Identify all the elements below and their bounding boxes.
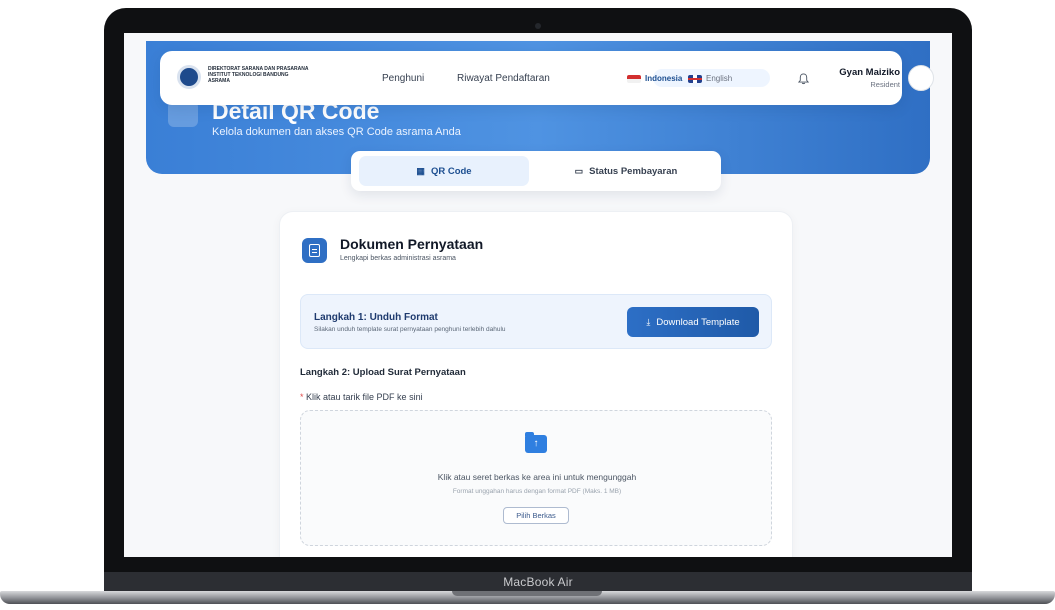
folder-upload-icon: ↑ bbox=[525, 432, 547, 453]
upload-dropzone[interactable]: ↑ Klik atau seret berkas ke area ini unt… bbox=[300, 410, 772, 546]
tab-status-pembayaran[interactable]: ▭ Status Pembayaran bbox=[541, 156, 711, 186]
logo-text: DIREKTORAT SARANA DAN PRASARANA INSTITUT… bbox=[208, 66, 308, 84]
browse-file-button[interactable]: Pilih Berkas bbox=[503, 507, 569, 524]
card-title: Dokumen Pernyataan bbox=[340, 236, 484, 252]
laptop-mockup: Detail QR Code Kelola dokumen dan akses … bbox=[0, 0, 1055, 610]
avatar[interactable] bbox=[908, 65, 934, 91]
tab-qr-code-label: QR Code bbox=[430, 166, 472, 177]
dropzone-text: Klik atau seret berkas ke area ini untuk… bbox=[437, 472, 637, 482]
app-screen: Detail QR Code Kelola dokumen dan akses … bbox=[124, 33, 952, 557]
document-icon bbox=[302, 238, 327, 263]
dropzone-hint: Format unggahan harus dengan format PDF … bbox=[452, 488, 622, 495]
lang-english-label: English bbox=[706, 74, 733, 83]
download-template-label: Download Template bbox=[656, 317, 740, 328]
step2-title: Langkah 2: Upload Surat Pernyataan bbox=[300, 367, 466, 378]
tab-bar: ▦ QR Code ▭ Status Pembayaran bbox=[351, 151, 721, 191]
step1-panel: Langkah 1: Unduh Format Silakan unduh te… bbox=[300, 294, 772, 349]
device-label: MacBook Air bbox=[503, 575, 573, 589]
card-icon: ▭ bbox=[574, 166, 584, 176]
lang-indonesia-label: Indonesia bbox=[645, 74, 683, 83]
step1-description: Silakan unduh template surat pernyataan … bbox=[314, 326, 506, 333]
top-navbar: DIREKTORAT SARANA DAN PRASARANA INSTITUT… bbox=[160, 51, 934, 105]
document-card: Dokumen Pernyataan Lengkapi berkas admin… bbox=[279, 211, 793, 557]
user-role: Resident bbox=[870, 80, 900, 89]
tab-qr-code[interactable]: ▦ QR Code bbox=[359, 156, 529, 186]
qr-icon: ▦ bbox=[416, 166, 425, 176]
itb-logo-icon[interactable] bbox=[177, 65, 201, 89]
download-template-button[interactable]: ⤓ Download Template bbox=[627, 307, 759, 337]
card-subtitle: Lengkapi berkas administrasi asrama bbox=[340, 255, 456, 262]
required-marker: * bbox=[300, 392, 304, 402]
tab-status-pembayaran-label: Status Pembayaran bbox=[589, 166, 678, 177]
lang-option-english[interactable]: English bbox=[688, 74, 732, 83]
page-subtitle: Kelola dokumen dan akses QR Code asrama … bbox=[212, 126, 461, 138]
logo-line-3: ASRAMA bbox=[208, 78, 230, 84]
nav-link-penghuni[interactable]: Penghuni bbox=[382, 73, 424, 84]
download-icon: ⤓ bbox=[646, 317, 651, 327]
upload-field-label: * Klik atau tarik file PDF ke sini bbox=[300, 392, 423, 402]
nav-link-riwayat-pendaftaran[interactable]: Riwayat Pendaftaran bbox=[457, 73, 550, 84]
indonesia-flag-icon bbox=[627, 74, 641, 83]
uk-flag-icon bbox=[688, 74, 702, 83]
notification-bell-icon[interactable] bbox=[798, 73, 809, 85]
lang-option-indonesia[interactable]: Indonesia bbox=[627, 74, 682, 83]
step1-title: Langkah 1: Unduh Format bbox=[314, 312, 438, 323]
upload-field-label-text: Klik atau tarik file PDF ke sini bbox=[306, 392, 423, 402]
camera-dot bbox=[535, 23, 541, 29]
user-name: Gyan Maiziko bbox=[839, 67, 900, 78]
laptop-notch bbox=[452, 591, 602, 596]
